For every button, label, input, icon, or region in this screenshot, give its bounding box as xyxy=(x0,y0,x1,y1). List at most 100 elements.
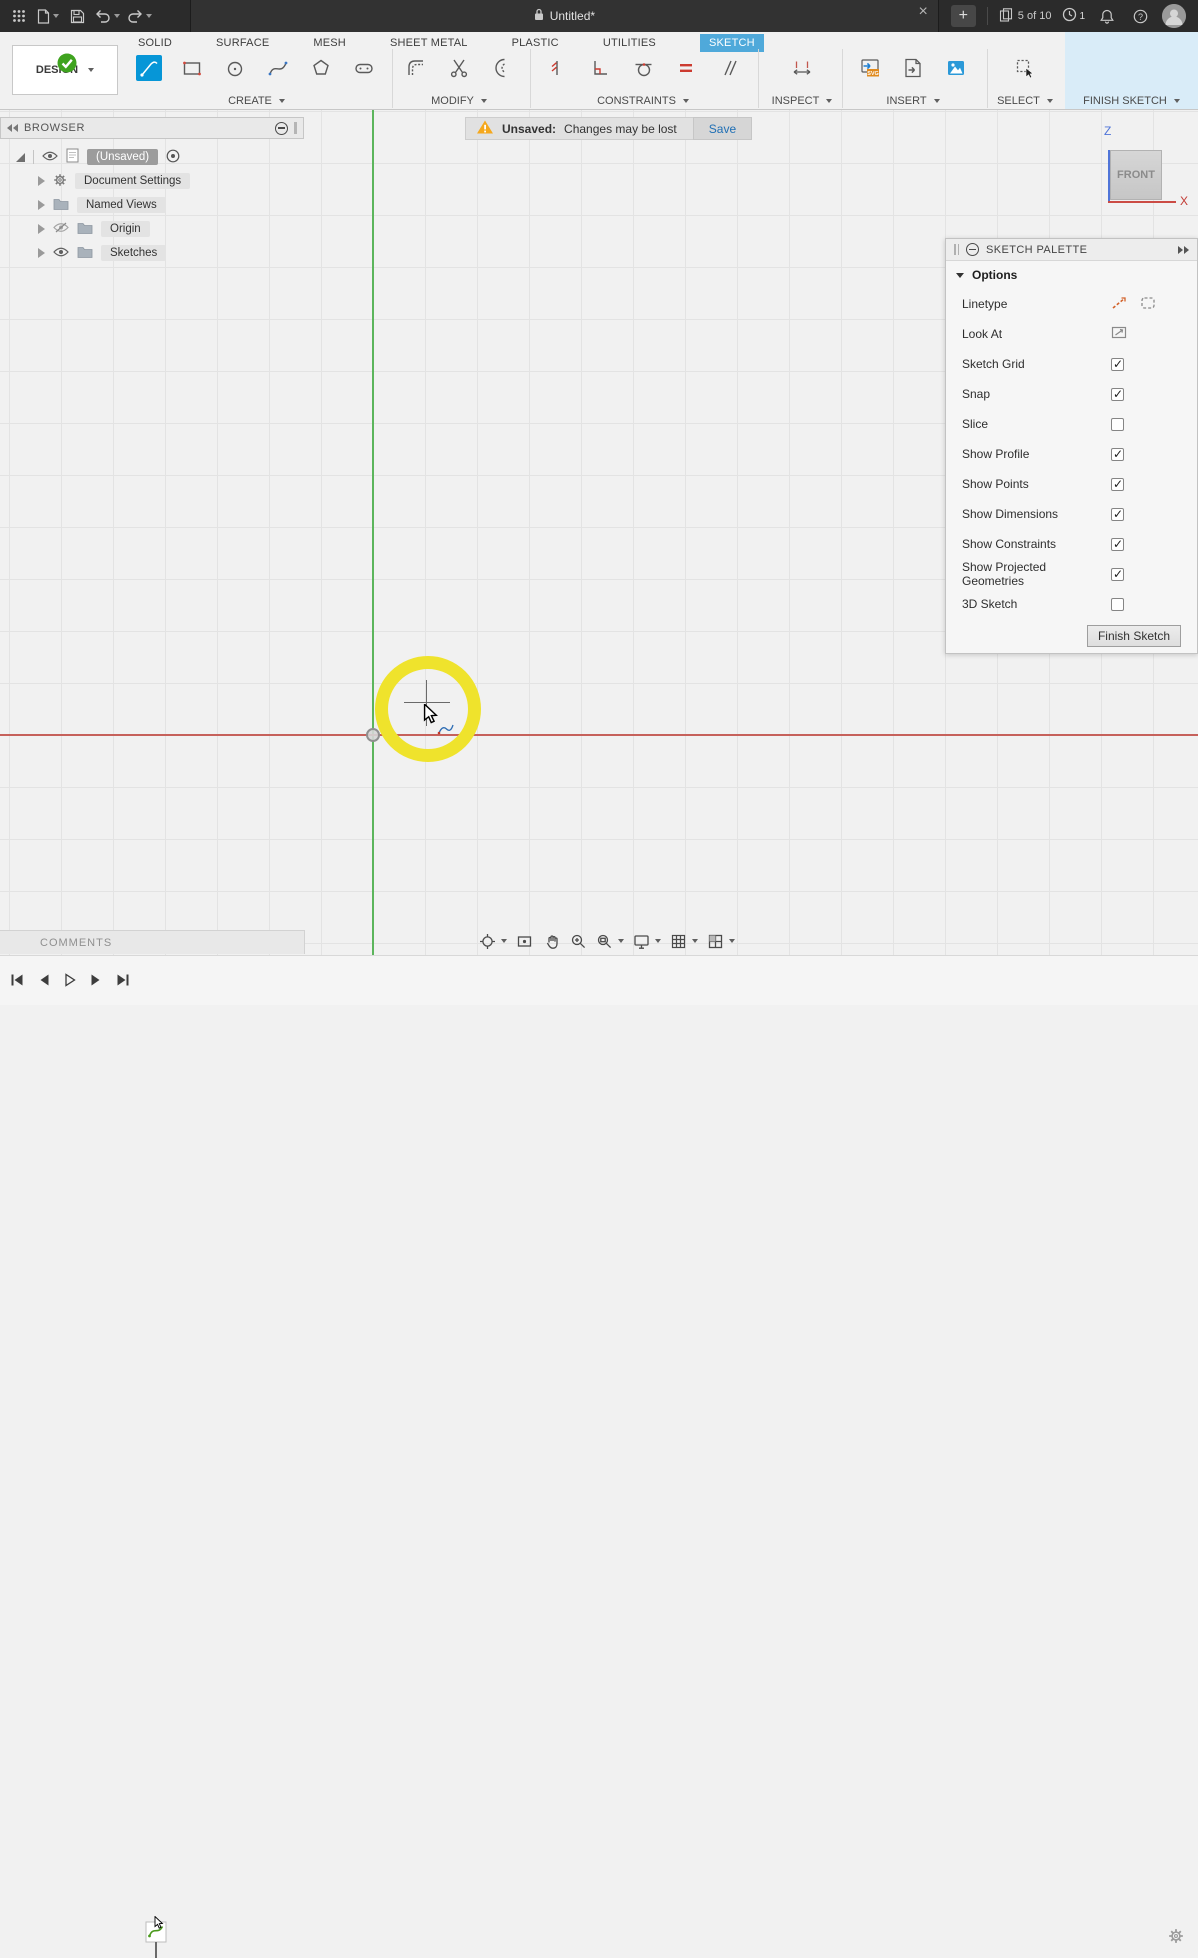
snap-checkbox[interactable] xyxy=(1111,388,1124,401)
finish-sketch-button[interactable] xyxy=(56,52,78,77)
select-dropdown[interactable]: SELECT xyxy=(987,93,1063,109)
document-root-label[interactable]: (Unsaved) xyxy=(87,149,158,165)
fillet-tool-button[interactable] xyxy=(403,55,429,81)
eye-off-icon[interactable] xyxy=(53,222,69,236)
slot-tool-button[interactable] xyxy=(351,55,377,81)
create-dropdown[interactable]: CREATE xyxy=(136,93,377,109)
editable-documents-count[interactable]: 5 of 10 xyxy=(999,8,1052,25)
fit-button[interactable] xyxy=(596,933,624,950)
show-projected-geometries-checkbox[interactable] xyxy=(1111,568,1124,581)
insert-dropdown[interactable]: INSERT xyxy=(857,93,969,109)
canvas-insert-button[interactable] xyxy=(943,55,969,81)
equal-constraint-button[interactable] xyxy=(673,55,699,81)
centerline-linetype-icon[interactable] xyxy=(1140,296,1156,313)
grid-and-snaps-button[interactable] xyxy=(670,933,698,950)
spline-tool-button[interactable] xyxy=(265,55,291,81)
step-back-button[interactable] xyxy=(38,973,50,990)
tab-solid[interactable]: SOLID xyxy=(138,37,172,49)
construction-linetype-icon[interactable] xyxy=(1111,296,1127,313)
expand-arrow-icon[interactable] xyxy=(38,224,45,234)
timeline-settings-gear-icon[interactable] xyxy=(1168,1928,1184,1947)
undo-button[interactable] xyxy=(95,4,120,28)
insert-mesh-button[interactable] xyxy=(900,55,926,81)
expand-wedge-icon[interactable] xyxy=(16,153,25,162)
finish-sketch-dropdown[interactable]: FINISH SKETCH xyxy=(1065,93,1198,109)
tab-surface[interactable]: SURFACE xyxy=(216,37,269,49)
origin-point[interactable] xyxy=(366,728,380,742)
expand-arrow-icon[interactable] xyxy=(38,200,45,210)
tree-item-label[interactable]: Origin xyxy=(101,221,150,237)
insert-svg-button[interactable]: SVG xyxy=(857,55,883,81)
sketch-grid-checkbox[interactable] xyxy=(1111,358,1124,371)
palette-drag-handle[interactable] xyxy=(954,244,959,255)
tangent-constraint-button[interactable] xyxy=(630,55,656,81)
go-to-beginning-button[interactable] xyxy=(10,973,24,990)
browser-row-origin[interactable]: Origin xyxy=(0,217,304,241)
save-button[interactable] xyxy=(66,4,88,28)
pan-button[interactable] xyxy=(542,933,561,950)
minimize-palette-icon[interactable] xyxy=(966,243,979,256)
options-section-header[interactable]: Options xyxy=(946,261,1197,289)
trim-tool-button[interactable] xyxy=(446,55,472,81)
tree-item-label[interactable]: Sketches xyxy=(101,245,166,261)
view-cube[interactable]: Z FRONT X xyxy=(1098,122,1196,214)
new-tab-button[interactable]: + xyxy=(951,5,976,27)
show-profile-checkbox[interactable] xyxy=(1111,448,1124,461)
zoom-button[interactable] xyxy=(570,933,587,950)
constraints-dropdown[interactable]: CONSTRAINTS xyxy=(544,93,742,109)
tab-sketch[interactable]: SKETCH xyxy=(700,34,764,52)
polygon-tool-button[interactable] xyxy=(308,55,334,81)
line-tool-button[interactable] xyxy=(136,55,162,81)
finish-sketch-palette-button[interactable]: Finish Sketch xyxy=(1087,625,1181,647)
display-settings-button[interactable] xyxy=(633,933,661,950)
play-button[interactable] xyxy=(64,973,76,990)
circle-tool-button[interactable] xyxy=(222,55,248,81)
expand-arrow-icon[interactable] xyxy=(38,176,45,186)
close-tab-icon[interactable]: × xyxy=(918,4,927,20)
viewports-button[interactable] xyxy=(707,933,735,950)
eye-icon[interactable] xyxy=(53,246,69,260)
sketch-palette-header[interactable]: SKETCH PALETTE xyxy=(946,239,1197,261)
slice-checkbox[interactable] xyxy=(1111,418,1124,431)
comments-bar[interactable]: COMMENTS xyxy=(0,930,305,954)
user-avatar[interactable] xyxy=(1162,4,1186,28)
3d-sketch-checkbox[interactable] xyxy=(1111,598,1124,611)
viewcube-front-face[interactable]: FRONT xyxy=(1110,150,1162,200)
help-icon[interactable]: ? xyxy=(1129,4,1151,28)
expand-arrow-icon[interactable] xyxy=(38,248,45,258)
browser-row-document[interactable]: (Unsaved) xyxy=(0,145,304,169)
show-points-checkbox[interactable] xyxy=(1111,478,1124,491)
rectangle-tool-button[interactable] xyxy=(179,55,205,81)
orbit-button[interactable] xyxy=(479,933,507,950)
show-dimensions-checkbox[interactable] xyxy=(1111,508,1124,521)
tree-item-label[interactable]: Named Views xyxy=(77,197,166,213)
timeline-playhead[interactable] xyxy=(155,1942,157,1958)
browser-panel-header[interactable]: BROWSER xyxy=(0,117,304,139)
modify-dropdown[interactable]: MODIFY xyxy=(403,93,515,109)
activate-target-icon[interactable] xyxy=(166,149,180,166)
offset-tool-button[interactable] xyxy=(489,55,515,81)
panel-resize-handle[interactable] xyxy=(294,122,297,134)
look-at-button[interactable] xyxy=(516,933,533,950)
collapse-panel-icon[interactable] xyxy=(7,124,18,132)
job-status-button[interactable]: 1 xyxy=(1062,4,1085,28)
app-grid-menu-icon[interactable] xyxy=(8,4,30,28)
tab-mesh[interactable]: MESH xyxy=(313,37,346,49)
browser-row-named-views[interactable]: Named Views xyxy=(0,193,304,217)
measure-tool-button[interactable] xyxy=(789,55,815,81)
go-to-end-button[interactable] xyxy=(116,973,130,990)
collapse-palette-icon[interactable] xyxy=(1178,246,1189,254)
file-menu-button[interactable] xyxy=(37,4,59,28)
save-action-button[interactable]: Save xyxy=(693,117,752,140)
select-tool-button[interactable] xyxy=(1012,55,1038,81)
tab-sheet-metal[interactable]: SHEET METAL xyxy=(390,37,468,49)
vertical-constraint-button[interactable] xyxy=(544,55,570,81)
tab-plastic[interactable]: PLASTIC xyxy=(512,37,559,49)
eye-icon[interactable] xyxy=(42,150,58,164)
tab-utilities[interactable]: UTILITIES xyxy=(603,37,656,49)
document-tab[interactable]: Untitled* × xyxy=(190,0,939,32)
parallel-constraint-button[interactable] xyxy=(716,55,742,81)
inspect-dropdown[interactable]: INSPECT xyxy=(764,93,840,109)
look-at-icon[interactable] xyxy=(1111,326,1127,342)
redo-button[interactable] xyxy=(127,4,152,28)
